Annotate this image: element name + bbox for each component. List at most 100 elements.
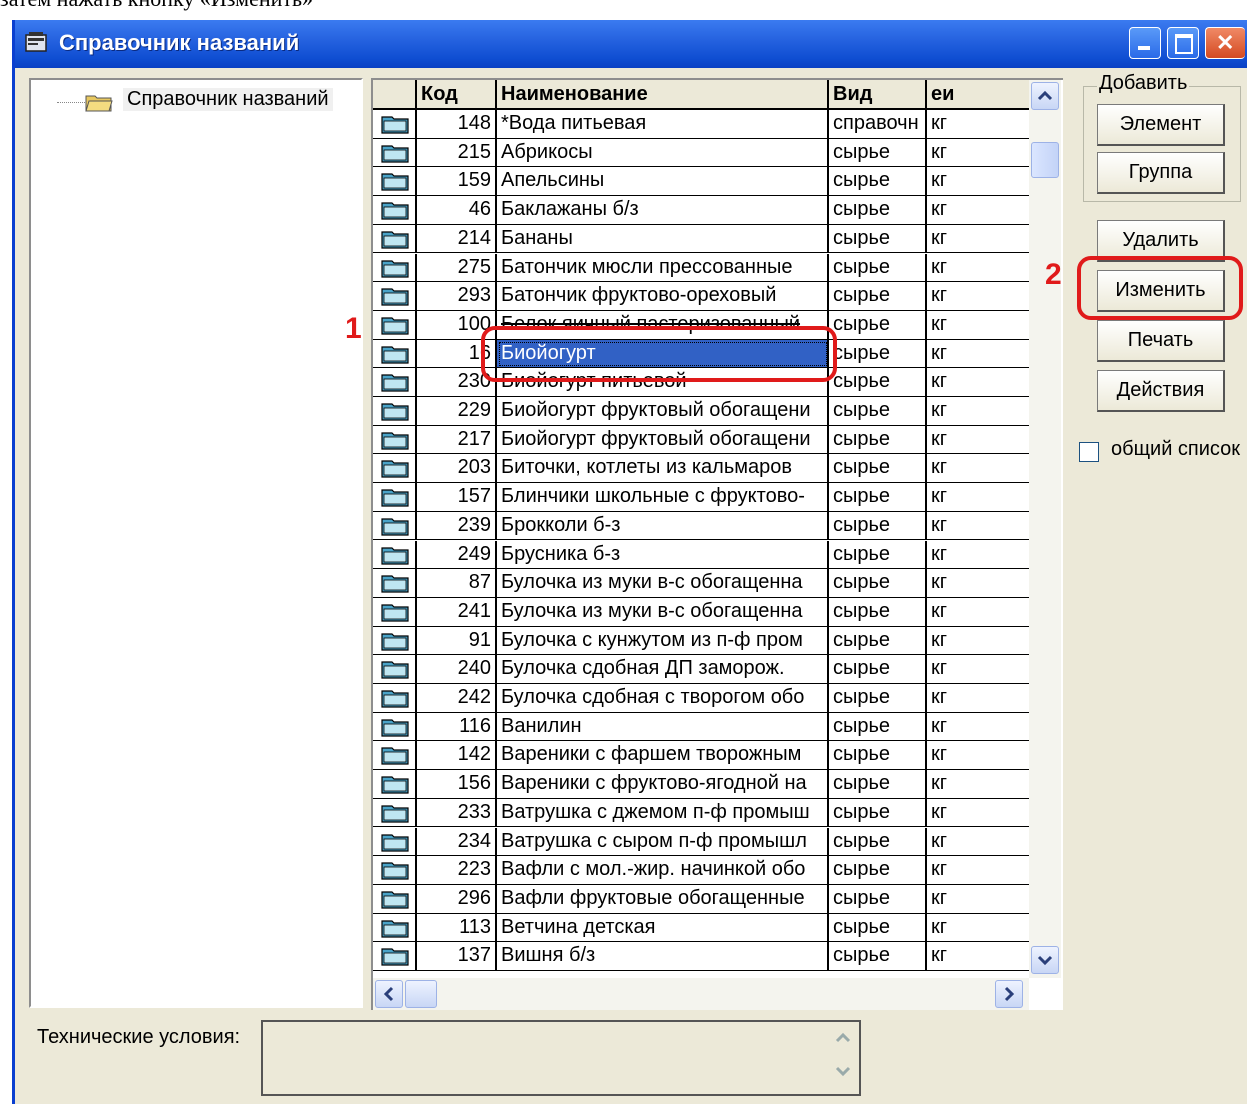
column-header-icon bbox=[373, 80, 417, 110]
table-row[interactable]: 148 *Вода питьевая справочн кг bbox=[373, 110, 1029, 139]
folder-icon bbox=[381, 891, 409, 909]
table-row[interactable]: 241 Булочка из муки в-с обогащенна сырье кг bbox=[373, 597, 1029, 627]
cell-code: 234 bbox=[417, 827, 497, 857]
horizontal-scroll-thumb[interactable] bbox=[405, 980, 437, 1008]
table-row[interactable]: 233 Ватрушка с джемом п-ф промыш сырье кг bbox=[373, 798, 1029, 828]
add-group-button[interactable]: Группа bbox=[1097, 152, 1225, 194]
table-row[interactable]: 234 Ватрушка с сыром п-ф промышл сырье кг bbox=[373, 827, 1029, 857]
cell-name-text: Батончик фруктово-ореховый bbox=[501, 284, 777, 307]
chevron-up-icon bbox=[835, 1032, 851, 1043]
row-icon-cell bbox=[373, 339, 417, 369]
table-row[interactable]: 296 Вафли фруктовые обогащенные сырье кг bbox=[373, 884, 1029, 914]
maximize-button[interactable] bbox=[1167, 27, 1199, 59]
tree-panel[interactable]: Справочник названий bbox=[29, 78, 363, 1008]
cell-name-text: Булочка сдобная с творогом обо bbox=[501, 686, 805, 708]
add-groupbox-label: Добавить bbox=[1097, 72, 1190, 95]
table-row[interactable]: 116 Ванилин сырье кг bbox=[373, 712, 1029, 742]
table-row[interactable]: 87 Булочка из муки в-с обогащенна сырье кг bbox=[373, 569, 1029, 598]
folder-icon bbox=[381, 116, 409, 134]
cell-kind: сырье bbox=[829, 483, 927, 512]
chevron-up-icon bbox=[1037, 90, 1053, 101]
cell-name-text: Ватрушка с джемом п-ф промыш bbox=[501, 800, 810, 823]
items-table[interactable]: Код Наименование Вид еи 148 *Вода питьева… bbox=[371, 78, 1063, 1010]
table-row[interactable]: 157 Блинчики школьные с фруктово-сырье кг bbox=[373, 483, 1029, 512]
column-header-kind[interactable]: Вид bbox=[829, 80, 927, 110]
cell-name: Баклажаны б/з bbox=[497, 196, 829, 225]
table-row[interactable]: 91 Булочка с кунжутом из п-ф пром сырье кг bbox=[373, 626, 1029, 656]
row-icon-cell bbox=[373, 569, 417, 598]
cell-name: Ванилин bbox=[497, 712, 829, 742]
tech-conditions-field[interactable] bbox=[261, 1020, 861, 1096]
table-row[interactable]: 142 Вареники с фаршем творожным сырье кг bbox=[373, 741, 1029, 771]
table-row[interactable]: 275 Батончик мюсли прессованные сырье кг bbox=[373, 253, 1029, 283]
row-icon-cell bbox=[373, 540, 417, 570]
row-icon-cell bbox=[373, 167, 417, 197]
table-row[interactable]: 217 Биойогурт фруктовый обогащени сырье кг bbox=[373, 425, 1029, 455]
table-row[interactable]: 229 Биойогурт фруктовый обогащени сырье кг bbox=[373, 397, 1029, 426]
title-bar[interactable]: Справочник названий ✕ bbox=[15, 20, 1247, 68]
cell-name-text: Абрикосы bbox=[501, 140, 593, 163]
table-row[interactable]: 242 Булочка сдобная с творогом обо сырье кг bbox=[373, 684, 1029, 713]
table-row[interactable]: 223 Вафли с мол.-жир. начинкой обо сырье кг bbox=[373, 856, 1029, 885]
folder-icon bbox=[381, 202, 409, 220]
table-row[interactable]: 214 Бананы сырье кг bbox=[373, 224, 1029, 254]
scroll-thumb[interactable] bbox=[1031, 142, 1059, 178]
cell-code: 217 bbox=[417, 425, 497, 455]
close-button[interactable]: ✕ bbox=[1205, 27, 1245, 59]
tech-conditions-scrollbar[interactable] bbox=[829, 1024, 857, 1092]
scroll-up-button[interactable] bbox=[1031, 82, 1059, 110]
cell-unit: кг bbox=[927, 483, 1029, 512]
scroll-right-button[interactable] bbox=[995, 980, 1023, 1008]
cell-kind: сырье bbox=[829, 310, 927, 340]
annotation-number-2: 2 bbox=[1045, 258, 1062, 291]
cell-name-text: Брусника б-з bbox=[501, 542, 621, 565]
cell-name: Вафли с мол.-жир. начинкой обо bbox=[497, 856, 829, 885]
column-header-code[interactable]: Код bbox=[417, 80, 497, 110]
dictionary-window: Справочник названий ✕ Справочник названи… bbox=[12, 20, 1247, 1104]
folder-icon bbox=[381, 690, 409, 708]
table-row[interactable]: 46 Баклажаны б/з сырье кг bbox=[373, 196, 1029, 225]
add-element-button[interactable]: Элемент bbox=[1097, 104, 1225, 146]
table-row[interactable]: 113 Ветчина детская сырье кг bbox=[373, 913, 1029, 943]
cell-name: Батончик мюсли прессованные bbox=[497, 253, 829, 283]
row-icon-cell bbox=[373, 511, 417, 541]
cell-unit: кг bbox=[927, 770, 1029, 799]
table-row[interactable]: 215 Абрикосы сырье кг bbox=[373, 138, 1029, 168]
table-row[interactable]: 137 Вишня б/з сырье кг bbox=[373, 942, 1029, 971]
table-row[interactable]: 240 Булочка сдобная ДП заморож. сырье кг bbox=[373, 655, 1029, 684]
horizontal-scrollbar[interactable] bbox=[373, 978, 1029, 1010]
cell-name-text: Биточки, котлеты из кальмаров bbox=[501, 456, 793, 479]
common-list-checkbox[interactable] bbox=[1079, 442, 1099, 462]
row-icon-cell bbox=[373, 196, 417, 225]
cell-unit: кг bbox=[927, 426, 1029, 455]
cell-kind: сырье bbox=[829, 741, 927, 771]
cell-name: Батончик фруктово-ореховый bbox=[497, 282, 829, 311]
row-icon-cell bbox=[373, 425, 417, 455]
cell-name: Булочка сдобная с творогом обо bbox=[497, 684, 829, 713]
scroll-down-button[interactable] bbox=[1031, 946, 1059, 974]
table-row[interactable]: 249 Брусника б-з сырье кг bbox=[373, 540, 1029, 570]
minimize-button[interactable] bbox=[1129, 27, 1161, 59]
tree-connector bbox=[57, 102, 87, 103]
table-row[interactable]: 293 Батончик фруктово-ореховый сырье кг bbox=[373, 282, 1029, 311]
cell-code: 203 bbox=[417, 454, 497, 484]
column-header-unit[interactable]: еи bbox=[927, 80, 1029, 110]
vertical-scrollbar[interactable] bbox=[1029, 80, 1061, 978]
tree-root-item[interactable]: Справочник названий bbox=[123, 88, 333, 111]
chevron-left-icon bbox=[383, 986, 394, 1002]
row-icon-cell bbox=[373, 253, 417, 283]
table-row[interactable]: 239 Брокколи б-з сырье кг bbox=[373, 511, 1029, 541]
print-button[interactable]: Печать bbox=[1097, 320, 1225, 362]
row-icon-cell bbox=[373, 684, 417, 713]
scroll-left-button[interactable] bbox=[375, 980, 403, 1008]
cell-name-text: *Вода питьевая bbox=[501, 112, 647, 134]
table-row[interactable]: 159 Апельсины сырье кг bbox=[373, 167, 1029, 197]
table-row[interactable]: 203 Биточки, котлеты из кальмаров сырье кг bbox=[373, 454, 1029, 484]
cell-unit: кг bbox=[927, 741, 1029, 771]
column-header-name[interactable]: Наименование bbox=[497, 80, 829, 110]
cell-unit: кг bbox=[927, 282, 1029, 311]
cell-kind: сырье bbox=[829, 224, 927, 254]
cell-name: *Вода питьевая bbox=[497, 110, 829, 139]
table-row[interactable]: 156 Вареники с фруктово-ягодной на сырье кг bbox=[373, 770, 1029, 799]
actions-button[interactable]: Действия bbox=[1097, 370, 1225, 412]
